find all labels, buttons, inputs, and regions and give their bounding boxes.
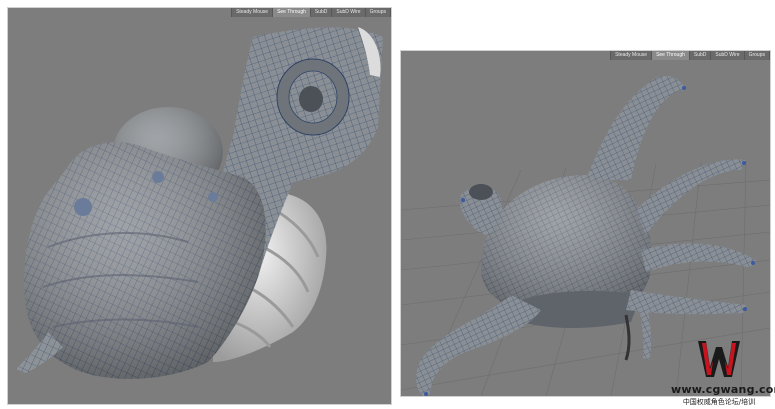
right-spike-middle	[641, 243, 756, 272]
right-viewport-toolbar: Steady Mouse See Through SubD SubD Wire …	[610, 51, 770, 60]
left-sculpt-canvas[interactable]	[8, 17, 391, 404]
top-spike	[586, 75, 686, 180]
watermark: www.cgwang.com 中国权威角色论坛/培训	[671, 337, 775, 407]
see-through-button[interactable]: See Through	[652, 51, 689, 60]
subd-wire-button[interactable]: SubD Wire	[332, 8, 365, 17]
steady-mouse-button[interactable]: Steady Mouse	[232, 8, 273, 17]
subd-wire-button[interactable]: SubD Wire	[711, 51, 744, 60]
right-spike-upper	[636, 159, 746, 235]
see-through-button[interactable]: See Through	[273, 8, 310, 17]
left-viewport-toolbar: Steady Mouse See Through SubD SubD Wire …	[231, 8, 391, 17]
watermark-url: www.cgwang.com	[671, 383, 775, 396]
left-leg	[416, 295, 541, 396]
groups-button[interactable]: Groups	[744, 51, 769, 60]
watermark-subtitle: 中国权威角色论坛/培训	[682, 398, 756, 406]
subd-button[interactable]: SubD	[689, 51, 711, 60]
left-viewport[interactable]: Steady Mouse See Through SubD SubD Wire …	[8, 8, 391, 404]
subd-button[interactable]: SubD	[310, 8, 332, 17]
steady-mouse-button[interactable]: Steady Mouse	[611, 51, 652, 60]
cgwang-logo	[698, 341, 740, 377]
groups-button[interactable]: Groups	[365, 8, 390, 17]
